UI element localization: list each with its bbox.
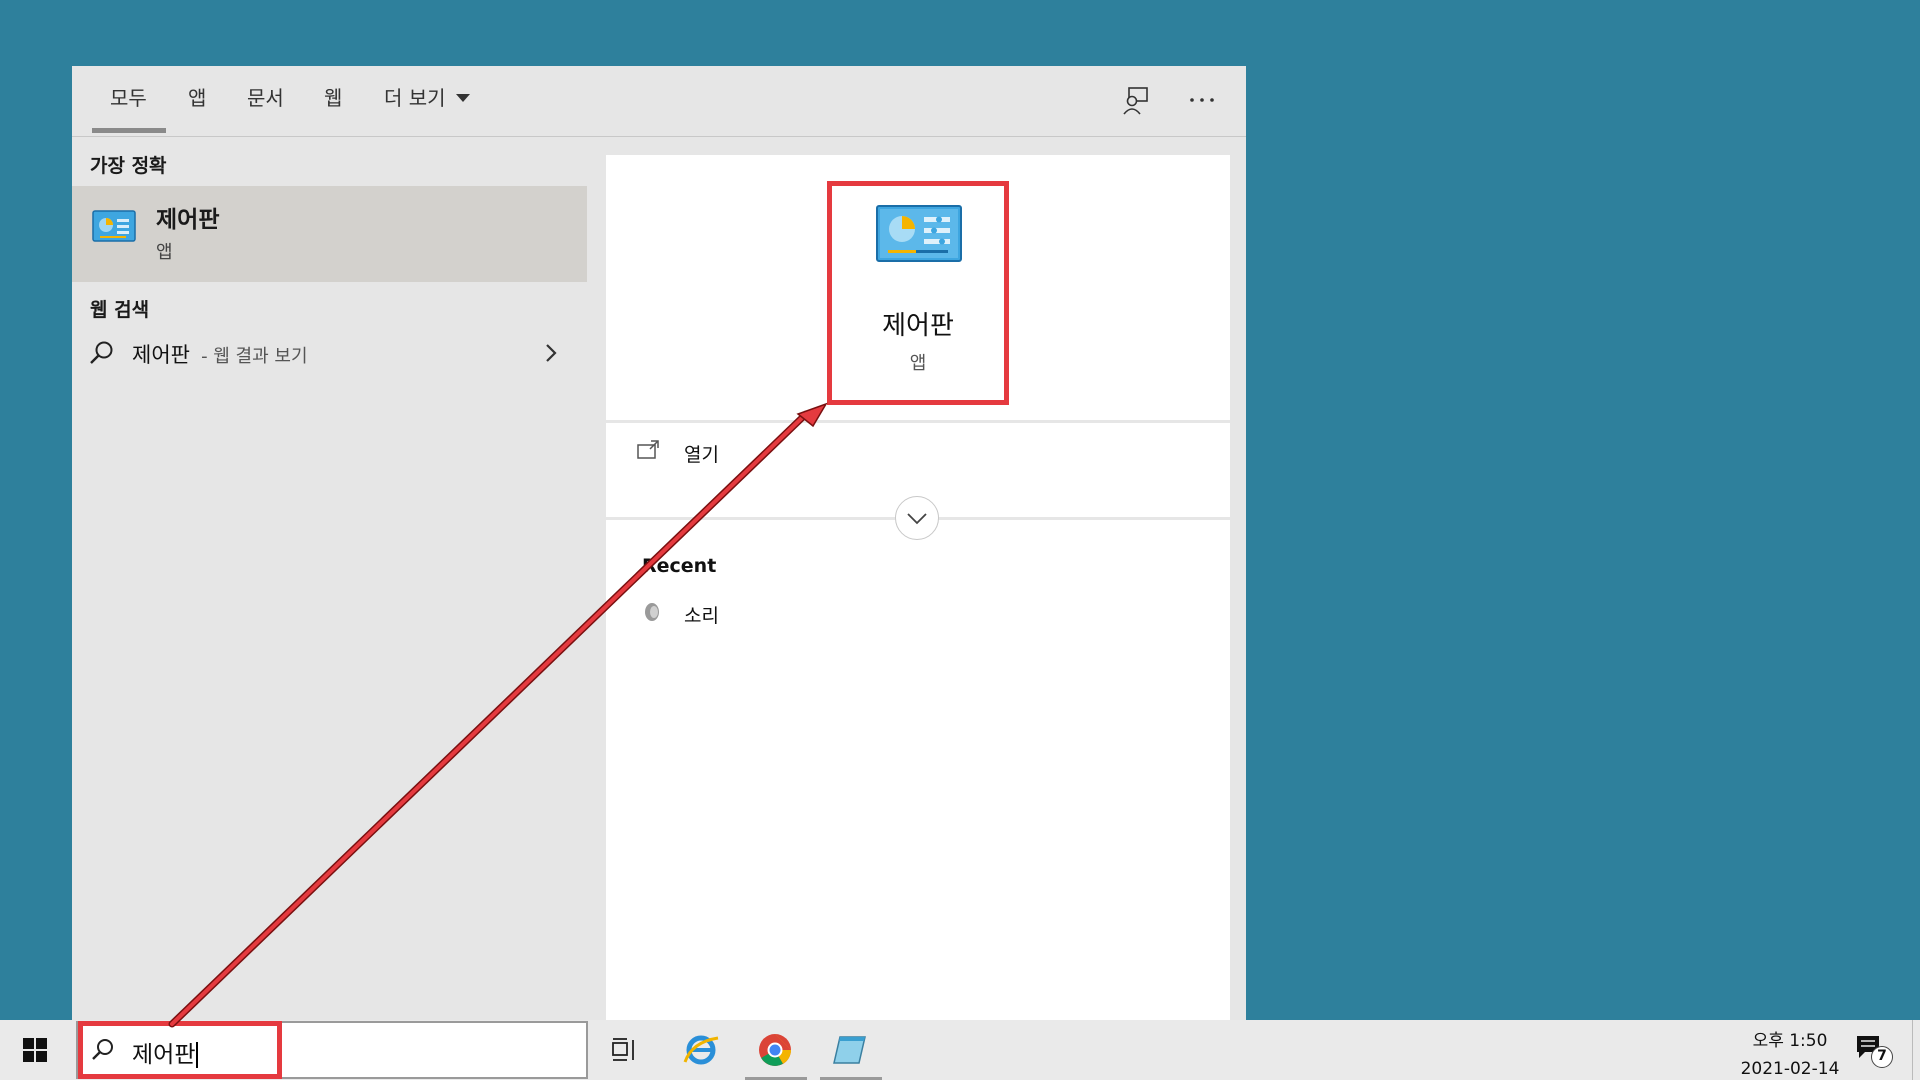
best-match-subtitle: 앱 xyxy=(156,242,173,263)
web-search-suffix: - 웹 결과 보기 xyxy=(201,346,308,367)
results-list: 가장 정확 제어판 앱 웹 검색 제어판 - 웹 결과 보기 xyxy=(72,137,587,1020)
chrome-button[interactable] xyxy=(745,1020,805,1080)
tab-documents[interactable]: 문서 xyxy=(247,66,284,136)
notepad-icon xyxy=(833,1036,866,1064)
internet-explorer-icon xyxy=(683,1035,719,1065)
tab-more[interactable]: 더 보기 xyxy=(384,66,470,136)
web-search-query: 제어판 xyxy=(132,343,190,367)
task-view-icon xyxy=(612,1038,634,1061)
control-panel-icon xyxy=(92,210,136,244)
highlight-box xyxy=(78,1021,282,1079)
more-options-icon[interactable] xyxy=(1182,84,1222,116)
clock-date: 2021-02-14 xyxy=(1740,1059,1840,1079)
web-search-header: 웹 검색 xyxy=(90,299,150,321)
caret-down-icon xyxy=(455,94,470,102)
notification-badge: 7 xyxy=(1871,1046,1893,1068)
chrome-icon xyxy=(759,1034,791,1066)
open-action[interactable]: 열기 xyxy=(606,423,1230,483)
feedback-icon[interactable] xyxy=(1120,84,1152,116)
search-panel: 모두 앱 문서 웹 더 보기 가장 정확 제어판 앱 웹 검색 제어판 - 웹 … xyxy=(72,66,1246,1020)
expand-button[interactable] xyxy=(895,496,939,540)
search-icon xyxy=(88,339,116,367)
notepad-button[interactable] xyxy=(820,1020,880,1080)
search-tabs: 모두 앱 문서 웹 더 보기 xyxy=(72,66,1246,137)
web-search-item[interactable]: 제어판 - 웹 결과 보기 xyxy=(72,327,587,379)
action-center-button[interactable]: 7 xyxy=(1855,1032,1895,1072)
highlight-box xyxy=(827,181,1009,405)
chevron-right-icon xyxy=(540,341,562,365)
best-match-item[interactable]: 제어판 앱 xyxy=(72,186,587,282)
recent-item[interactable]: 소리 xyxy=(606,591,1230,635)
tab-web[interactable]: 웹 xyxy=(324,66,342,136)
sound-icon xyxy=(642,601,662,623)
taskbar: 제어판 오후 1:50 2021-02-14 7 xyxy=(0,1020,1920,1080)
internet-explorer-button[interactable] xyxy=(671,1020,731,1080)
chevron-down-icon xyxy=(907,513,927,525)
tab-all[interactable]: 모두 xyxy=(110,66,147,136)
best-match-title: 제어판 xyxy=(156,207,220,233)
best-match-header: 가장 정확 xyxy=(90,155,167,177)
tab-apps[interactable]: 앱 xyxy=(188,66,206,136)
show-desktop-divider[interactable] xyxy=(1912,1020,1913,1080)
windows-icon xyxy=(23,1038,47,1062)
clock[interactable]: 오후 1:50 2021-02-14 xyxy=(1720,1026,1860,1079)
open-label: 열기 xyxy=(684,444,719,466)
start-button[interactable] xyxy=(5,1020,65,1080)
clock-time: 오후 1:50 xyxy=(1752,1031,1828,1051)
tab-more-label: 더 보기 xyxy=(384,86,446,110)
active-tab-indicator xyxy=(92,128,166,133)
recent-header: Recent xyxy=(642,555,717,577)
task-view-button[interactable] xyxy=(595,1020,655,1080)
open-icon xyxy=(636,438,662,462)
recent-item-label: 소리 xyxy=(684,605,719,627)
